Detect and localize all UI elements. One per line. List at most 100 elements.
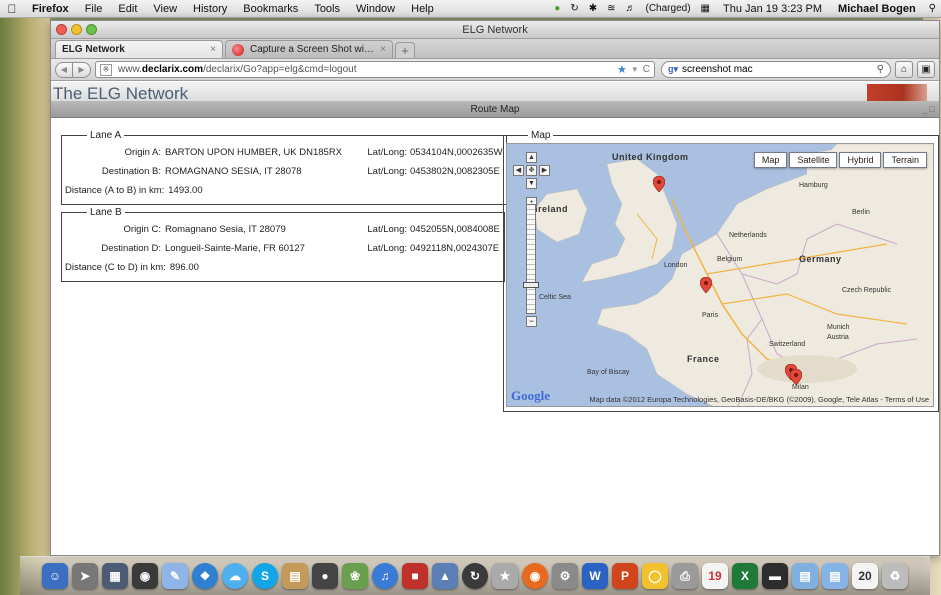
- zoom-window-button[interactable]: [86, 24, 97, 35]
- firefox-icon[interactable]: ◉: [522, 563, 548, 589]
- pan-down-icon[interactable]: ▼: [526, 178, 537, 189]
- route-map-titlebar: Route Map _ □: [51, 101, 939, 118]
- menu-file[interactable]: File: [77, 3, 111, 15]
- skype-icon[interactable]: S: [252, 563, 278, 589]
- menu-help[interactable]: Help: [403, 3, 442, 15]
- url-text[interactable]: www.declarix.com/declarix/Go?app=elg&cmd…: [118, 64, 613, 75]
- search-bar[interactable]: g▾ ⚲: [661, 61, 891, 78]
- panel-title: Route Map: [470, 104, 520, 115]
- tab-elg-network[interactable]: ※ ELG Network ×: [51, 40, 223, 94]
- search-input[interactable]: [682, 64, 877, 75]
- scanner-icon[interactable]: ▬: [762, 563, 788, 589]
- ichat-icon[interactable]: ☁: [222, 563, 248, 589]
- printer-icon[interactable]: ⎙: [672, 563, 698, 589]
- zoom-slider-thumb[interactable]: [523, 282, 539, 288]
- camera-icon[interactable]: ●: [312, 563, 338, 589]
- address-book-icon[interactable]: ▤: [282, 563, 308, 589]
- menu-tools[interactable]: Tools: [306, 3, 348, 15]
- menu-edit[interactable]: Edit: [110, 3, 145, 15]
- close-tab-icon[interactable]: ×: [210, 44, 216, 55]
- menu-app-firefox[interactable]: Firefox: [24, 3, 77, 15]
- mission-control-icon[interactable]: ▦: [102, 563, 128, 589]
- spotlight-icon[interactable]: ⚲: [924, 3, 941, 14]
- itunes-icon[interactable]: ♫: [372, 563, 398, 589]
- home-button[interactable]: ⌂: [895, 61, 913, 78]
- map-type-map[interactable]: Map: [753, 152, 788, 168]
- apple-menu-icon[interactable]: : [0, 2, 24, 16]
- safari-icon[interactable]: ❖: [192, 563, 218, 589]
- lane-b-origin-row: Origin C: Romagnano Sesia, IT 28079 Lat/…: [65, 220, 500, 239]
- record-favicon-icon: [232, 43, 244, 56]
- applications-folder-icon[interactable]: ▤: [792, 563, 818, 589]
- window-title: ELG Network: [462, 23, 528, 36]
- ical-icon[interactable]: 19: [702, 563, 728, 589]
- destination-label: Destination B:: [101, 166, 161, 177]
- site-identity-icon[interactable]: ※: [100, 63, 112, 76]
- documents-folder-icon[interactable]: ▤: [822, 563, 848, 589]
- back-button[interactable]: ◀: [55, 61, 73, 78]
- zoom-out-icon[interactable]: −: [526, 316, 537, 327]
- menu-view[interactable]: View: [145, 3, 185, 15]
- menu-bookmarks[interactable]: Bookmarks: [235, 3, 306, 15]
- search-icon[interactable]: ⚲: [877, 64, 884, 75]
- dashboard-icon[interactable]: ◉: [132, 563, 158, 589]
- wifi-icon[interactable]: ≊: [602, 3, 620, 14]
- new-tab-button[interactable]: +: [395, 42, 415, 58]
- minimize-window-button[interactable]: [71, 24, 82, 35]
- google-map[interactable]: United Kingdom Ireland Germany France Ne…: [506, 143, 934, 407]
- calendar-icon[interactable]: 20: [852, 563, 878, 589]
- map-marker-icon[interactable]: [790, 369, 802, 385]
- pan-center-icon[interactable]: ✥: [526, 165, 537, 176]
- map-attribution: Map data ©2012 Europa Technologies, GeoB…: [589, 395, 929, 404]
- close-tab-icon[interactable]: ×: [380, 44, 386, 55]
- battery-status[interactable]: (Charged): [641, 3, 696, 14]
- system-preferences-icon[interactable]: ⚙: [552, 563, 578, 589]
- volume-icon[interactable]: ♬: [621, 3, 641, 14]
- automator-icon[interactable]: ★: [492, 563, 518, 589]
- bookmark-star-icon[interactable]: ★: [617, 63, 627, 76]
- forward-button[interactable]: ▶: [73, 61, 91, 78]
- time-machine-dock-icon[interactable]: ↻: [462, 563, 488, 589]
- url-bar[interactable]: ※ www.declarix.com/declarix/Go?app=elg&c…: [95, 61, 655, 78]
- map-type-terrain[interactable]: Terrain: [883, 152, 927, 168]
- iphoto-icon[interactable]: ❀: [342, 563, 368, 589]
- map-type-satellite[interactable]: Satellite: [789, 152, 838, 168]
- navigation-toolbar: ◀ ▶ ※ www.declarix.com/declarix/Go?app=e…: [51, 59, 939, 81]
- stickies-icon[interactable]: ◯: [642, 563, 668, 589]
- close-window-button[interactable]: [56, 24, 67, 35]
- distance-label: Distance (A to B) in km:: [65, 185, 165, 196]
- time-machine-icon[interactable]: ↻: [565, 3, 583, 14]
- evernote-icon[interactable]: ●: [549, 3, 565, 14]
- google-logo[interactable]: Google: [511, 388, 550, 404]
- pan-left-icon[interactable]: ◀: [513, 165, 524, 176]
- preview-icon[interactable]: ✎: [162, 563, 188, 589]
- latlong-value: 0492118N,0024307E: [410, 243, 500, 254]
- rocket-icon[interactable]: ➤: [72, 563, 98, 589]
- google-engine-icon[interactable]: g▾: [668, 64, 678, 75]
- finder-icon[interactable]: ☺: [42, 563, 68, 589]
- panel-window-controls[interactable]: _ □: [922, 101, 935, 118]
- bluetooth-icon[interactable]: ✱: [584, 3, 602, 14]
- photo-booth-icon[interactable]: ■: [402, 563, 428, 589]
- powerpoint-icon[interactable]: P: [612, 563, 638, 589]
- menubar-clock[interactable]: Thu Jan 19 3:23 PM: [715, 3, 830, 15]
- menu-window[interactable]: Window: [348, 3, 403, 15]
- extension-button[interactable]: ▣: [917, 61, 935, 78]
- pan-up-icon[interactable]: ▲: [526, 152, 537, 163]
- fast-user-switch[interactable]: Michael Bogen: [830, 3, 924, 15]
- reload-icon[interactable]: C: [643, 64, 650, 75]
- trash-icon[interactable]: ♻: [882, 563, 908, 589]
- lane-b: Lane B Origin C: Romagnano Sesia, IT 280…: [61, 207, 505, 282]
- pan-right-icon[interactable]: ▶: [539, 165, 550, 176]
- menu-history[interactable]: History: [185, 3, 235, 15]
- map-marker-icon[interactable]: [700, 277, 712, 293]
- map-marker-icon[interactable]: [653, 176, 665, 192]
- word-icon[interactable]: W: [582, 563, 608, 589]
- image-capture-icon[interactable]: ▲: [432, 563, 458, 589]
- tab-capture-screenshot[interactable]: Capture a Screen Shot with Mac... ×: [225, 40, 393, 58]
- map-type-hybrid[interactable]: Hybrid: [839, 152, 882, 168]
- excel-icon[interactable]: X: [732, 563, 758, 589]
- zoom-slider[interactable]: [526, 204, 536, 314]
- input-menu-icon[interactable]: ▦: [696, 3, 715, 14]
- url-dropdown-icon[interactable]: ▼: [631, 65, 639, 74]
